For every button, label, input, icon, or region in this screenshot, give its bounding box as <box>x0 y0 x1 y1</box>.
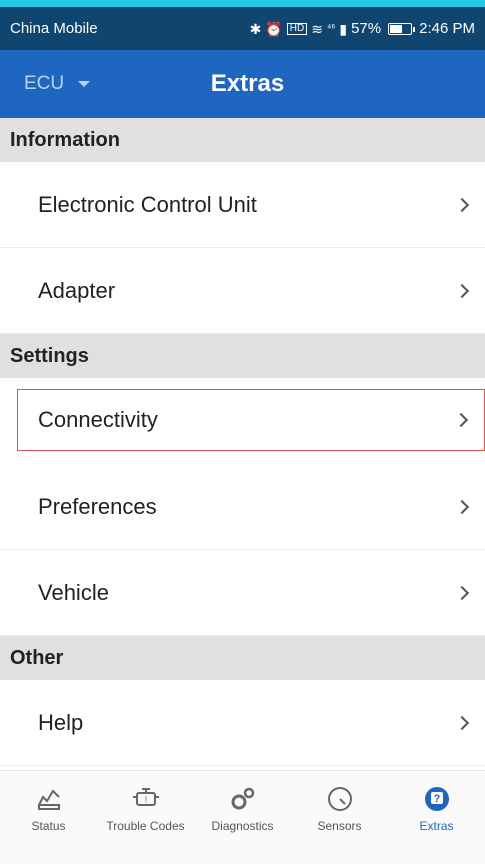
bluetooth-icon: ✱ <box>249 20 262 37</box>
network-label: ⁴⁶ <box>326 22 336 34</box>
svg-text:!: ! <box>144 795 147 805</box>
section-header-other: Other <box>0 636 485 680</box>
nav-sensors[interactable]: Sensors <box>291 771 388 864</box>
nav-trouble-codes[interactable]: ! Trouble Codes <box>97 771 194 864</box>
list-item-vehicle[interactable]: Vehicle <box>0 550 485 636</box>
app-bar: Extras ECU <box>0 50 485 118</box>
list-item-preferences[interactable]: Preferences <box>0 464 485 550</box>
ecu-dropdown-label: ECU <box>24 73 65 94</box>
list-item-label: Connectivity <box>38 407 158 432</box>
carrier-label: China Mobile <box>10 20 98 37</box>
svg-text:?: ? <box>433 793 440 805</box>
list-item-label: Preferences <box>38 493 157 519</box>
wifi-icon: ≋ <box>311 20 323 37</box>
ecu-dropdown[interactable]: ECU <box>24 50 91 118</box>
list-item-label: Vehicle <box>38 579 109 605</box>
list-item-help[interactable]: Help <box>0 680 485 766</box>
battery-icon <box>388 22 416 35</box>
bottom-nav: Status ! Trouble Codes Diagnostics Senso… <box>0 770 485 864</box>
engine-icon: ! <box>132 788 159 806</box>
nav-diagnostics[interactable]: Diagnostics <box>194 771 291 864</box>
clock: 2:46 PM <box>419 20 475 37</box>
hd-icon: HD <box>286 22 308 35</box>
nav-label: Extras <box>419 819 454 833</box>
nav-label: Diagnostics <box>211 819 274 833</box>
list-item-adapter[interactable]: Adapter <box>0 248 485 334</box>
section-header-settings: Settings <box>0 334 485 378</box>
list-item-connectivity[interactable]: Connectivity <box>17 389 485 451</box>
list-item-label: Help <box>38 709 84 735</box>
chevron-right-icon <box>454 499 470 514</box>
list-item-label: Electronic Control Unit <box>38 191 257 217</box>
gears-icon <box>231 787 254 810</box>
gauge-icon <box>327 787 352 811</box>
status-icon <box>37 789 60 810</box>
chevron-right-icon <box>454 715 470 730</box>
nav-label: Status <box>31 819 66 833</box>
chevron-down-icon <box>78 81 91 87</box>
nav-label: Trouble Codes <box>106 819 185 833</box>
nav-label: Sensors <box>317 819 362 833</box>
status-bar: China Mobile ✱ ⏰ HD ≋ ⁴⁶ ▮ 57% 2:46 PM <box>0 0 485 50</box>
list-item-label: Adapter <box>38 277 116 303</box>
chevron-right-icon <box>454 197 470 212</box>
alarm-icon: ⏰ <box>265 20 283 37</box>
section-header-information: Information <box>0 118 485 162</box>
battery-percent: 57% <box>351 20 382 37</box>
chevron-right-icon <box>454 585 470 600</box>
help-icon: ? <box>424 787 449 811</box>
status-icons: ✱ ⏰ HD ≋ ⁴⁶ ▮ 57% 2:46 PM <box>250 20 475 37</box>
list-item-electronic-control-unit[interactable]: Electronic Control Unit <box>0 162 485 248</box>
nav-extras[interactable]: ? Extras <box>388 771 485 864</box>
chevron-right-icon <box>453 412 469 428</box>
signal-icon: ▮ <box>339 20 348 37</box>
chevron-right-icon <box>454 283 470 298</box>
nav-status[interactable]: Status <box>0 771 97 864</box>
